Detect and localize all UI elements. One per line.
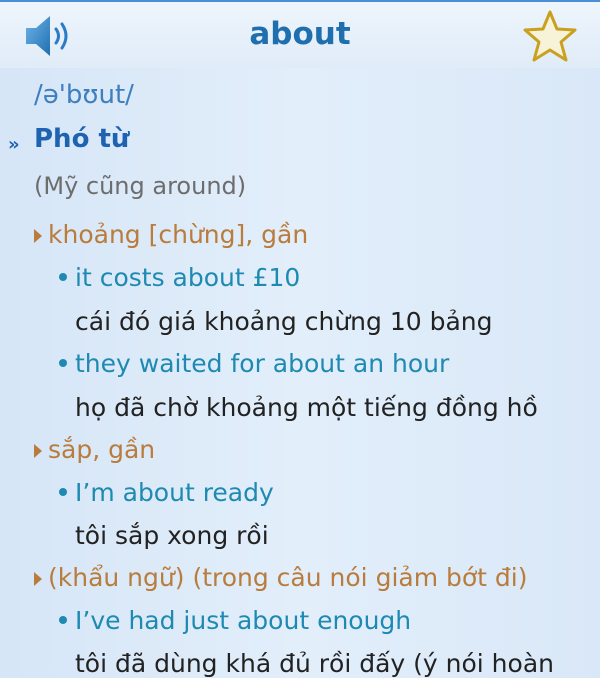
bullet-icon (59, 616, 67, 624)
double-chevron-right-icon: » (8, 134, 20, 155)
example-en: it costs about £10 (75, 263, 301, 292)
bullet-icon (59, 488, 67, 496)
sense-meaning: khoảng [chừng], gần (48, 220, 309, 249)
word-title: about (249, 16, 351, 52)
example-vi: tôi đã dùng khá đủ rồi đấy (ý nói hoàn (75, 649, 554, 678)
part-of-speech: Phó từ (34, 124, 130, 154)
sense-meaning: sắp, gần (48, 435, 156, 464)
sense-arrow-icon (34, 444, 42, 458)
pronunciation: /ə'bʊut/ (34, 80, 134, 110)
example-en: they waited for about an hour (75, 349, 450, 378)
star-icon[interactable] (520, 8, 580, 66)
example-en: I’m about ready (75, 478, 274, 507)
example-vi: tôi sắp xong rồi (75, 521, 269, 550)
example-vi: họ đã chờ khoảng một tiếng đồng hồ (75, 393, 538, 422)
sense-arrow-icon (34, 229, 42, 243)
example-en: I’ve had just about enough (75, 606, 412, 635)
sense-meaning: (khẩu ngữ) (trong câu nói giảm bớt đi) (48, 563, 528, 592)
bullet-icon (59, 359, 67, 367)
example-vi: cái đó giá khoảng chừng 10 bảng (75, 307, 493, 336)
usage-note: (Mỹ cũng around) (34, 172, 247, 200)
bullet-icon (59, 273, 67, 281)
top-bar: about (0, 0, 600, 68)
sense-arrow-icon (34, 572, 42, 586)
